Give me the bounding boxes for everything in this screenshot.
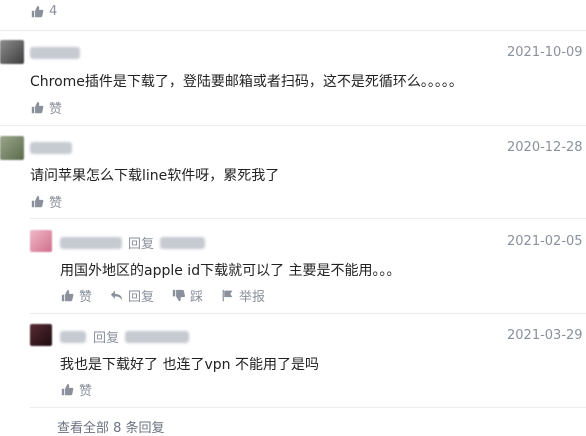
comment-text: Chrome插件是下载了，登陆要邮箱或者扫码，这不是死循环么。。。。。 xyxy=(30,74,463,90)
like-button[interactable]: 赞 xyxy=(61,380,92,399)
flag-icon xyxy=(222,289,233,302)
avatar[interactable] xyxy=(30,230,52,252)
username[interactable] xyxy=(30,47,80,59)
report-button[interactable]: 举报 xyxy=(221,286,265,305)
reply-label: 回复 xyxy=(93,331,120,346)
thumbs-up-icon xyxy=(31,5,44,18)
view-all-replies-link[interactable]: 查看全部 8 条回复 xyxy=(57,417,165,436)
reply-username[interactable] xyxy=(60,331,86,343)
comment-date: 2020-12-28 xyxy=(507,140,583,155)
reply-username[interactable] xyxy=(60,237,122,249)
avatar[interactable] xyxy=(30,324,52,346)
reply-actions: 赞 回复 踩 举报 xyxy=(61,286,283,305)
thumbs-down-icon xyxy=(172,289,185,302)
like-button[interactable]: 赞 xyxy=(61,286,92,305)
dislike-label: 踩 xyxy=(190,290,204,305)
like-label: 赞 xyxy=(79,290,93,305)
thumbs-up-icon xyxy=(31,101,44,114)
reply-label: 回复 xyxy=(128,237,155,252)
report-label: 举报 xyxy=(239,290,266,305)
divider xyxy=(30,407,586,408)
divider xyxy=(0,125,586,126)
top-like[interactable]: 4 xyxy=(31,4,57,19)
like-button[interactable]: 赞 xyxy=(31,192,62,211)
thumbs-up-icon xyxy=(61,383,74,396)
reply-target-username[interactable] xyxy=(160,237,205,249)
comment-date: 2021-10-09 xyxy=(507,45,583,60)
reply-label: 回复 xyxy=(128,290,155,305)
divider xyxy=(30,313,586,314)
like-label: 赞 xyxy=(79,384,93,399)
reply-text: 用国外地区的apple id下载就可以了 主要是不能用。。。 xyxy=(60,263,401,279)
divider xyxy=(30,218,586,219)
divider xyxy=(0,30,586,31)
like-button[interactable]: 赞 xyxy=(31,98,62,117)
username[interactable] xyxy=(30,142,72,154)
avatar[interactable] xyxy=(0,136,24,160)
thumbs-up-icon xyxy=(31,195,44,208)
reply-button[interactable]: 回复 xyxy=(110,286,154,305)
like-label: 赞 xyxy=(49,196,63,211)
reply-text: 我也是下载好了 也连了vpn 不能用了是吗 xyxy=(60,357,319,373)
dislike-button[interactable]: 踩 xyxy=(172,286,203,305)
like-count: 4 xyxy=(49,4,58,19)
like-label: 赞 xyxy=(49,102,63,117)
comment-text: 请问苹果怎么下载line软件呀，累死我了 xyxy=(30,168,280,184)
thumbs-up-icon xyxy=(61,289,74,302)
reply-date: 2021-03-29 xyxy=(507,328,583,343)
reply-target-username[interactable] xyxy=(125,331,189,343)
reply-icon xyxy=(110,290,123,301)
reply-date: 2021-02-05 xyxy=(507,234,583,249)
avatar[interactable] xyxy=(0,40,24,64)
